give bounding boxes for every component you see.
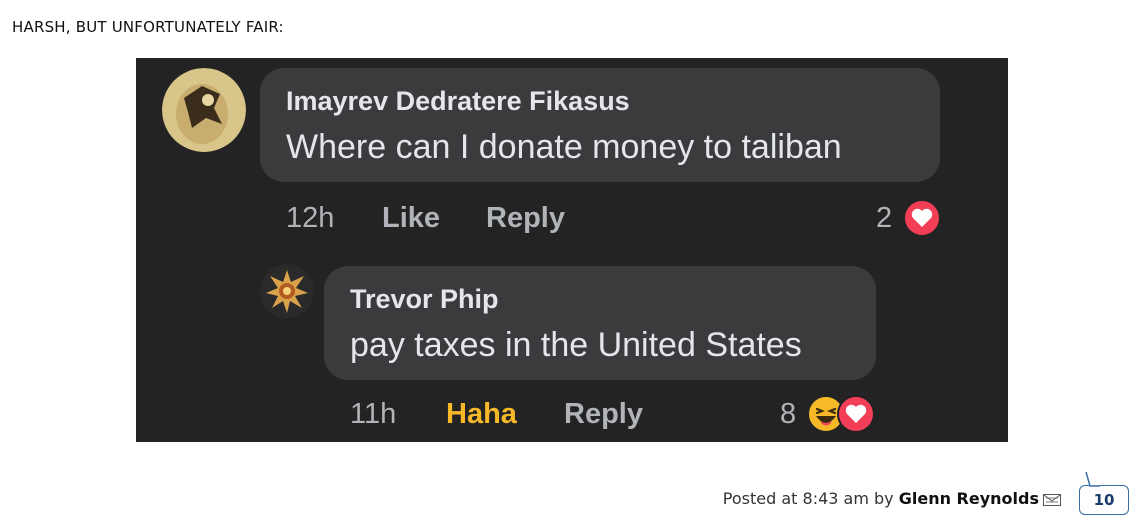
comment-count-badge[interactable]: 10	[1079, 472, 1129, 515]
comment-count: 10	[1093, 491, 1115, 509]
avatar-commenter-2[interactable]	[260, 264, 314, 318]
email-icon[interactable]	[1043, 491, 1061, 510]
embedded-screenshot: Imayrev Dedratere Fikasus Where can I do…	[136, 58, 1008, 442]
haha-button-2[interactable]: Haha	[446, 398, 517, 431]
comment-time-2: 11h	[350, 398, 397, 430]
love-icon	[836, 394, 876, 438]
comment-author-2[interactable]: Trevor Phip	[350, 284, 499, 315]
reaction-count-2[interactable]: 8	[780, 398, 796, 431]
reply-button-1[interactable]: Reply	[486, 202, 565, 235]
comment-text-1: Where can I donate money to taliban	[286, 128, 842, 166]
like-button-1[interactable]: Like	[382, 202, 440, 235]
comment-text-2: pay taxes in the United States	[350, 326, 802, 364]
author-link[interactable]: Glenn Reynolds	[899, 489, 1039, 508]
comment-author-1[interactable]: Imayrev Dedratere Fikasus	[286, 86, 630, 117]
reaction-count-1[interactable]: 2	[876, 202, 892, 235]
speech-tail-icon	[1085, 472, 1100, 487]
comment-time-1: 12h	[286, 202, 335, 234]
love-icon	[902, 198, 942, 242]
post-title: HARSH, BUT UNFORTUNATELY FAIR:	[12, 18, 284, 36]
reply-button-2[interactable]: Reply	[564, 398, 643, 431]
post-footer: Posted at 8:43 am by Glenn Reynolds	[723, 489, 1061, 510]
avatar-commenter-1[interactable]	[162, 68, 246, 152]
posted-at-text: Posted at 8:43 am by	[722, 489, 894, 508]
